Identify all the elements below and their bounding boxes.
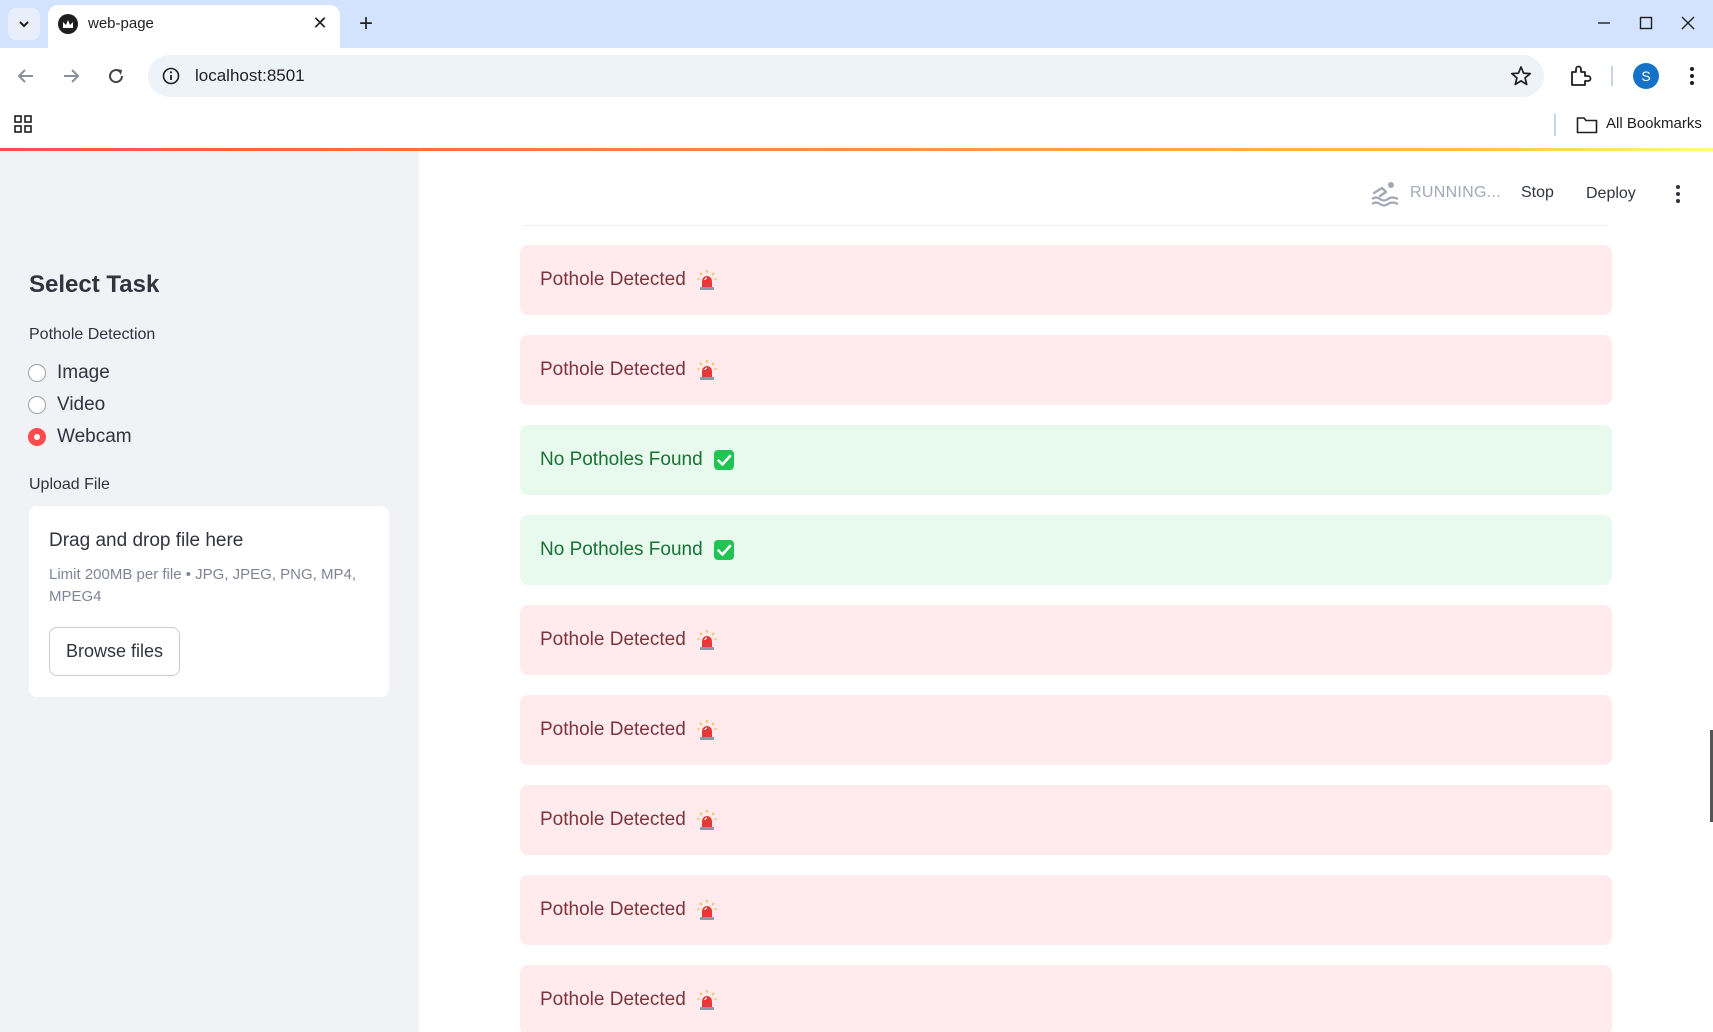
error-alert: Pothole Detected [520,965,1612,1032]
file-dropzone[interactable]: Drag and drop file here Limit 200MB per … [29,506,389,697]
sidebar-title: Select Task [29,271,160,298]
radio-button[interactable] [28,364,46,382]
new-tab-icon[interactable]: + [352,10,380,38]
alert-text: No Potholes Found [540,449,703,470]
alert-text: No Potholes Found [540,539,703,560]
radio-button-selected[interactable] [28,428,46,446]
header-divider [524,225,1607,226]
alert-text: Pothole Detected [540,989,686,1010]
sidebar: Select Task Pothole Detection Image Vide… [0,151,419,1032]
browser-tab[interactable]: web-page ✕ [48,5,340,48]
alert-text: Pothole Detected [540,899,686,920]
toolbar-divider [1611,66,1613,86]
siren-icon [696,359,718,381]
success-alert: No Potholes Found [520,425,1612,495]
address-bar[interactable]: localhost:8501 [148,55,1544,97]
siren-icon [696,269,718,291]
upload-label: Upload File [29,476,110,493]
tab-search-button[interactable] [8,8,40,40]
bookmark-star-icon[interactable] [1510,65,1532,87]
radio-label: Image [57,362,110,383]
alert-text: Pothole Detected [540,629,686,650]
browser-menu-icon[interactable] [1678,62,1706,90]
folder-icon [1576,117,1598,134]
chevron-down-icon [19,21,29,28]
app-menu-icon[interactable] [1666,181,1690,207]
error-alert: Pothole Detected [520,785,1612,855]
all-bookmarks-link[interactable]: All Bookmarks [1606,115,1702,132]
siren-icon [696,989,718,1011]
error-alert: Pothole Detected [520,605,1612,675]
extensions-icon[interactable] [1566,62,1594,90]
siren-icon [696,809,718,831]
radio-button[interactable] [28,396,46,414]
error-alert: Pothole Detected [520,695,1612,765]
main-content: RUNNING... Stop Deploy Pothole Detected P… [419,151,1713,1032]
stop-button[interactable]: Stop [1521,184,1554,202]
check-mark-icon [713,449,735,471]
error-alert: Pothole Detected [520,335,1612,405]
alert-text: Pothole Detected [540,269,686,290]
forward-icon[interactable] [55,60,87,92]
browser-toolbar: localhost:8501 S [0,48,1713,104]
close-window-icon[interactable] [1668,8,1708,38]
alert-text: Pothole Detected [540,719,686,740]
minimize-icon[interactable] [1584,8,1624,38]
browser-tab-strip: web-page ✕ + [0,0,1713,48]
success-alert: No Potholes Found [520,515,1612,585]
siren-icon [696,629,718,651]
siren-icon [696,899,718,921]
siren-icon [696,719,718,741]
running-status: RUNNING... [1410,184,1501,201]
apps-grid-icon[interactable] [13,114,33,134]
dropzone-title: Drag and drop file here [49,530,244,551]
profile-avatar[interactable]: S [1633,63,1659,89]
error-alert: Pothole Detected [520,245,1612,315]
radio-option-webcam[interactable]: Webcam [28,423,132,451]
deploy-button[interactable]: Deploy [1586,185,1636,203]
dropzone-limit-text: Limit 200MB per file • JPG, JPEG, PNG, M… [49,566,357,605]
radio-group-label: Pothole Detection [29,326,156,343]
close-tab-icon[interactable]: ✕ [310,13,330,33]
radio-label: Webcam [57,426,132,447]
radio-option-image[interactable]: Image [28,359,110,387]
maximize-icon[interactable] [1626,8,1666,38]
error-alert: Pothole Detected [520,875,1612,945]
bookmarks-divider [1554,114,1556,136]
tab-title: web-page [88,15,154,32]
back-icon[interactable] [10,60,42,92]
swimmer-running-icon [1371,182,1399,207]
favicon-icon [58,14,78,34]
alert-text: Pothole Detected [540,359,686,380]
bookmarks-bar: All Bookmarks [0,104,1713,148]
alert-text: Pothole Detected [540,809,686,830]
url-text[interactable]: localhost:8501 [195,66,305,86]
radio-label: Video [57,394,106,415]
reload-icon[interactable] [100,60,132,92]
alert-list: Pothole Detected Pothole Detected No Potho… [520,245,1612,1032]
browse-files-button[interactable]: Browse files [49,627,180,676]
radio-option-video[interactable]: Video [28,391,105,419]
check-mark-icon [713,539,735,561]
site-info-icon[interactable] [162,67,180,85]
